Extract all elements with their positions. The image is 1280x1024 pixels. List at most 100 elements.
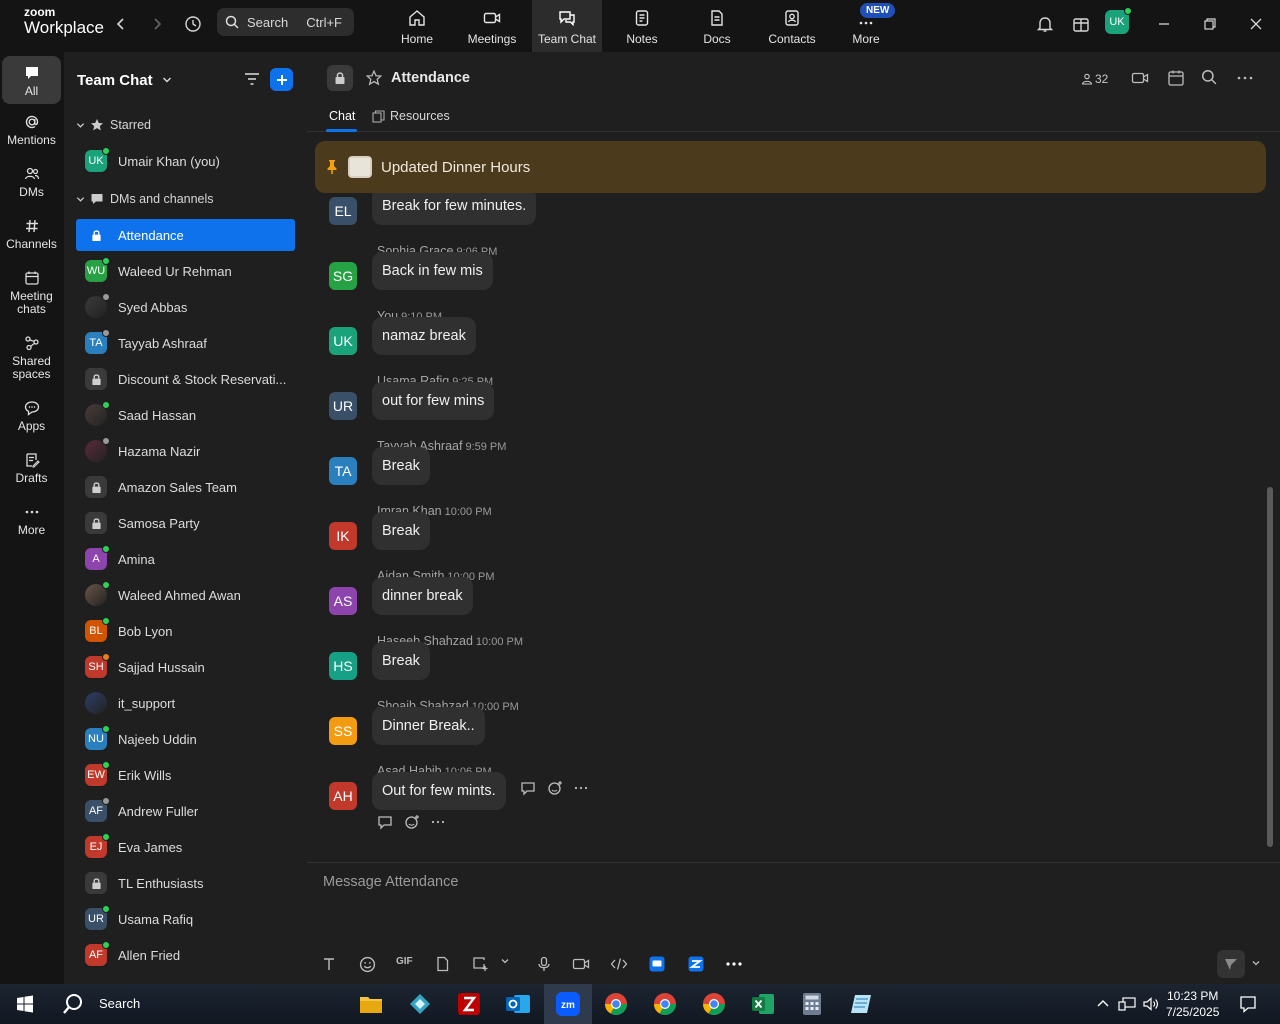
rail-dms[interactable]: DMs [2,166,61,199]
avatar[interactable]: EL [329,197,357,225]
filter-icon[interactable] [243,70,261,93]
message-input[interactable]: Message Attendance [323,874,458,890]
excel-icon[interactable] [747,984,779,1024]
taskbar-search-icon[interactable] [58,984,88,1024]
message-scrollbar[interactable] [1267,487,1273,847]
notepad-app-icon[interactable] [845,984,877,1024]
sidebar-item[interactable]: UR Usama Rafiq [76,903,295,935]
tab-resources[interactable]: Resources [372,109,450,123]
message-bubble[interactable]: Break [372,642,430,680]
video-message-icon[interactable] [572,956,590,972]
add-reaction-icon[interactable] [404,814,420,830]
sidebar-item[interactable]: TA Tayyab Ashraaf [76,327,295,359]
more-options-icon[interactable] [1236,69,1254,92]
sidebar-item[interactable]: Hazama Nazir [76,435,295,467]
rail-drafts[interactable]: Drafts [2,452,61,485]
message-bubble[interactable]: out for few mins [372,382,495,420]
avatar[interactable]: UK [329,327,357,355]
nav-docs[interactable]: Docs [682,0,752,52]
rail-more[interactable]: More [2,504,61,537]
file-icon[interactable] [435,956,450,972]
nav-meetings[interactable]: Meetings [457,0,527,52]
file-explorer-icon[interactable] [355,984,387,1024]
avatar[interactable]: AH [329,782,357,810]
message-bubble[interactable]: dinner break [372,577,473,615]
calculator-icon[interactable] [796,984,828,1024]
rail-channels[interactable]: Channels [2,218,61,251]
member-count[interactable]: 32 [1081,72,1108,86]
tray-chevron-up-icon[interactable] [1093,984,1113,1024]
sidebar-item[interactable]: TL Enthusiasts [76,867,295,899]
search-icon[interactable] [1201,69,1217,90]
bell-icon[interactable] [1033,12,1057,36]
volume-icon[interactable] [1140,984,1162,1024]
emoji-icon[interactable] [359,956,376,973]
message-bubble[interactable]: Out for few mints. [372,772,506,810]
message-bubble[interactable]: Break [372,512,430,550]
avatar[interactable]: IK [329,522,357,550]
chrome-icon[interactable] [600,984,632,1024]
dms-section-header[interactable]: DMs and channels [76,192,214,206]
microphone-icon[interactable] [537,956,551,972]
avatar[interactable]: HS [329,652,357,680]
sidebar-item[interactable]: EJ Eva James [76,831,295,863]
avatar[interactable]: TA [329,457,357,485]
starred-section-header[interactable]: Starred [76,118,151,132]
chrome-profile-2-icon[interactable] [698,984,730,1024]
rail-apps[interactable]: Apps [2,400,61,433]
tab-chat[interactable]: Chat [329,109,355,123]
rail-meeting-chats[interactable]: Meeting chats [2,270,61,316]
user-avatar[interactable]: UK [1105,7,1132,34]
zoom-taskbar-icon[interactable]: zm [544,984,592,1024]
sidebar-item[interactable]: BL Bob Lyon [76,615,295,647]
channel-title[interactable]: Attendance [391,70,470,86]
back-arrow-icon[interactable] [109,12,133,36]
message-bubble[interactable]: Back in few mis [372,252,493,290]
avatar[interactable]: AS [329,587,357,615]
sidebar-item[interactable]: EW Erik Wills [76,759,295,791]
chevron-down-icon[interactable] [500,956,510,966]
avatar[interactable]: SG [329,262,357,290]
video-call-icon[interactable] [1131,69,1149,92]
add-reaction-icon[interactable] [547,780,563,796]
sidebar-item[interactable]: A Amina [76,543,295,575]
history-icon[interactable] [181,12,205,36]
filezilla-icon[interactable] [453,984,485,1024]
forward-arrow-icon[interactable] [145,12,169,36]
sidebar-item[interactable]: AF Andrew Fuller [76,795,295,827]
sidebar-item[interactable]: it_support [76,687,295,719]
sidebar-item[interactable]: Discount & Stock Reservati... [76,363,295,395]
sidebar-title[interactable]: Team Chat [77,72,172,89]
nav-team-chat[interactable]: Team Chat [532,0,602,52]
more-options-icon[interactable] [431,814,445,830]
nav-contacts[interactable]: Contacts [757,0,827,52]
sidebar-item-umair-khan[interactable]: UK Umair Khan (you) [76,145,295,177]
sidebar-item[interactable]: AF Allen Fried [76,939,295,971]
calendar-icon[interactable] [1167,69,1185,92]
notifications-icon[interactable] [1236,984,1260,1024]
calendar-gift-icon[interactable] [1069,12,1093,36]
avatar[interactable]: SS [329,717,357,745]
avatar[interactable]: UR [329,392,357,420]
sidebar-item[interactable]: NU Najeeb Uddin [76,723,295,755]
reply-icon[interactable] [377,814,393,830]
format-text-icon[interactable] [321,956,337,972]
new-chat-button[interactable] [270,68,293,91]
nav-notes[interactable]: Notes [607,0,677,52]
rail-mentions[interactable]: Mentions [2,114,61,147]
more-options-icon[interactable] [574,780,588,796]
outlook-icon[interactable] [502,984,534,1024]
app-diamond-icon[interactable] [404,984,436,1024]
rail-shared-spaces[interactable]: Shared spaces [2,335,61,381]
sidebar-item[interactable]: WU Waleed Ur Rehman [76,255,295,287]
sidebar-item[interactable]: Attendance [76,219,295,251]
chrome-profile-icon[interactable] [649,984,681,1024]
code-snippet-icon[interactable] [610,956,628,972]
sidebar-item[interactable]: Saad Hassan [76,399,295,431]
message-bubble[interactable]: Break [372,447,430,485]
search-bar[interactable]: Search Ctrl+F [217,8,354,36]
nav-home[interactable]: Home [382,0,452,52]
minimize-icon[interactable] [1152,12,1176,36]
zoom-docs-app-icon[interactable] [688,956,704,972]
network-icon[interactable] [1116,984,1138,1024]
